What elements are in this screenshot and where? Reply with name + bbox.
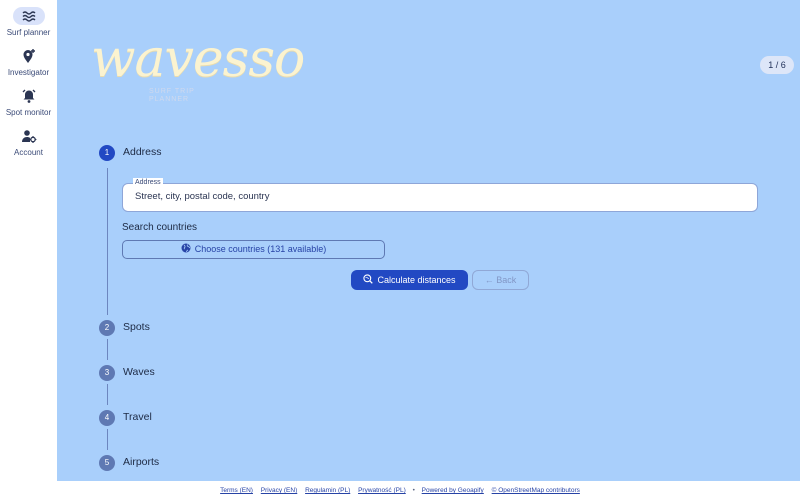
address-input[interactable]	[135, 191, 735, 202]
globe-icon	[181, 243, 191, 253]
footer-link-terms[interactable]: Terms (EN)	[220, 487, 253, 494]
step-connector	[107, 429, 108, 450]
sidebar-item-investigator[interactable]: Investigator	[0, 47, 57, 77]
sidebar-item-label: Spot monitor	[5, 108, 52, 117]
travel-explore-icon	[363, 274, 374, 284]
logo-wordmark: wavesso	[91, 29, 305, 89]
step-label: Spots	[123, 321, 150, 333]
sidebar-item-label: Account	[14, 148, 43, 157]
address-field[interactable]	[122, 183, 758, 212]
calculate-distances-button[interactable]: Calculate distances	[351, 270, 468, 290]
step-number: 4	[99, 410, 115, 426]
waves-icon	[12, 7, 45, 25]
logo-subtitle: SURF TRIP PLANNER	[149, 88, 195, 103]
step-connector	[107, 168, 108, 315]
step-label: Travel	[123, 411, 152, 423]
footer-link-osm[interactable]: © OpenStreetMap contributors	[492, 487, 580, 494]
address-field-label: Address	[133, 178, 163, 187]
footer-link-geoapify[interactable]: Powered by Geoapify	[422, 487, 484, 494]
step-connector	[107, 384, 108, 405]
sidebar-item-label: Surf planner	[6, 28, 51, 37]
search-countries-label: Search countries	[122, 222, 198, 233]
sidebar-item-surf-planner[interactable]: Surf planner	[0, 7, 57, 37]
step-label: Waves	[123, 366, 155, 378]
sidebar: Surf planner Investigator Spot monitor A…	[0, 0, 57, 481]
sidebar-item-spot-monitor[interactable]: Spot monitor	[0, 87, 57, 117]
sidebar-item-label: Investigator	[7, 68, 50, 77]
alarm-bell-icon	[13, 87, 45, 105]
page-indicator-badge: 1 / 6	[760, 56, 794, 74]
footer-link-regulamin[interactable]: Regulamin (PL)	[305, 487, 350, 494]
choose-countries-button[interactable]: Choose countries (131 available)	[122, 240, 385, 259]
wavesso-logo: wavesso SURF TRIP PLANNER	[91, 28, 305, 110]
footer-separator: •	[412, 487, 415, 494]
step-number: 5	[99, 455, 115, 471]
step-number: 2	[99, 320, 115, 336]
footer-link-prywatnosc[interactable]: Prywatność (PL)	[358, 487, 406, 494]
main-panel: wavesso SURF TRIP PLANNER 1 / 6 1 Addres…	[57, 0, 800, 481]
step-number: 3	[99, 365, 115, 381]
user-gear-icon	[13, 127, 45, 145]
step-connector	[107, 339, 108, 360]
arrow-left-icon: ←	[484, 275, 494, 285]
step-label: Address	[123, 146, 162, 158]
step-label: Airports	[123, 456, 160, 468]
sidebar-item-account[interactable]: Account	[0, 127, 57, 157]
step-number: 1	[99, 145, 115, 161]
back-button[interactable]: ← Back	[472, 270, 529, 290]
footer: Terms (EN) Privacy (EN) Regulamin (PL) P…	[0, 481, 800, 500]
footer-link-privacy[interactable]: Privacy (EN)	[261, 487, 297, 494]
location-add-icon	[13, 47, 45, 65]
